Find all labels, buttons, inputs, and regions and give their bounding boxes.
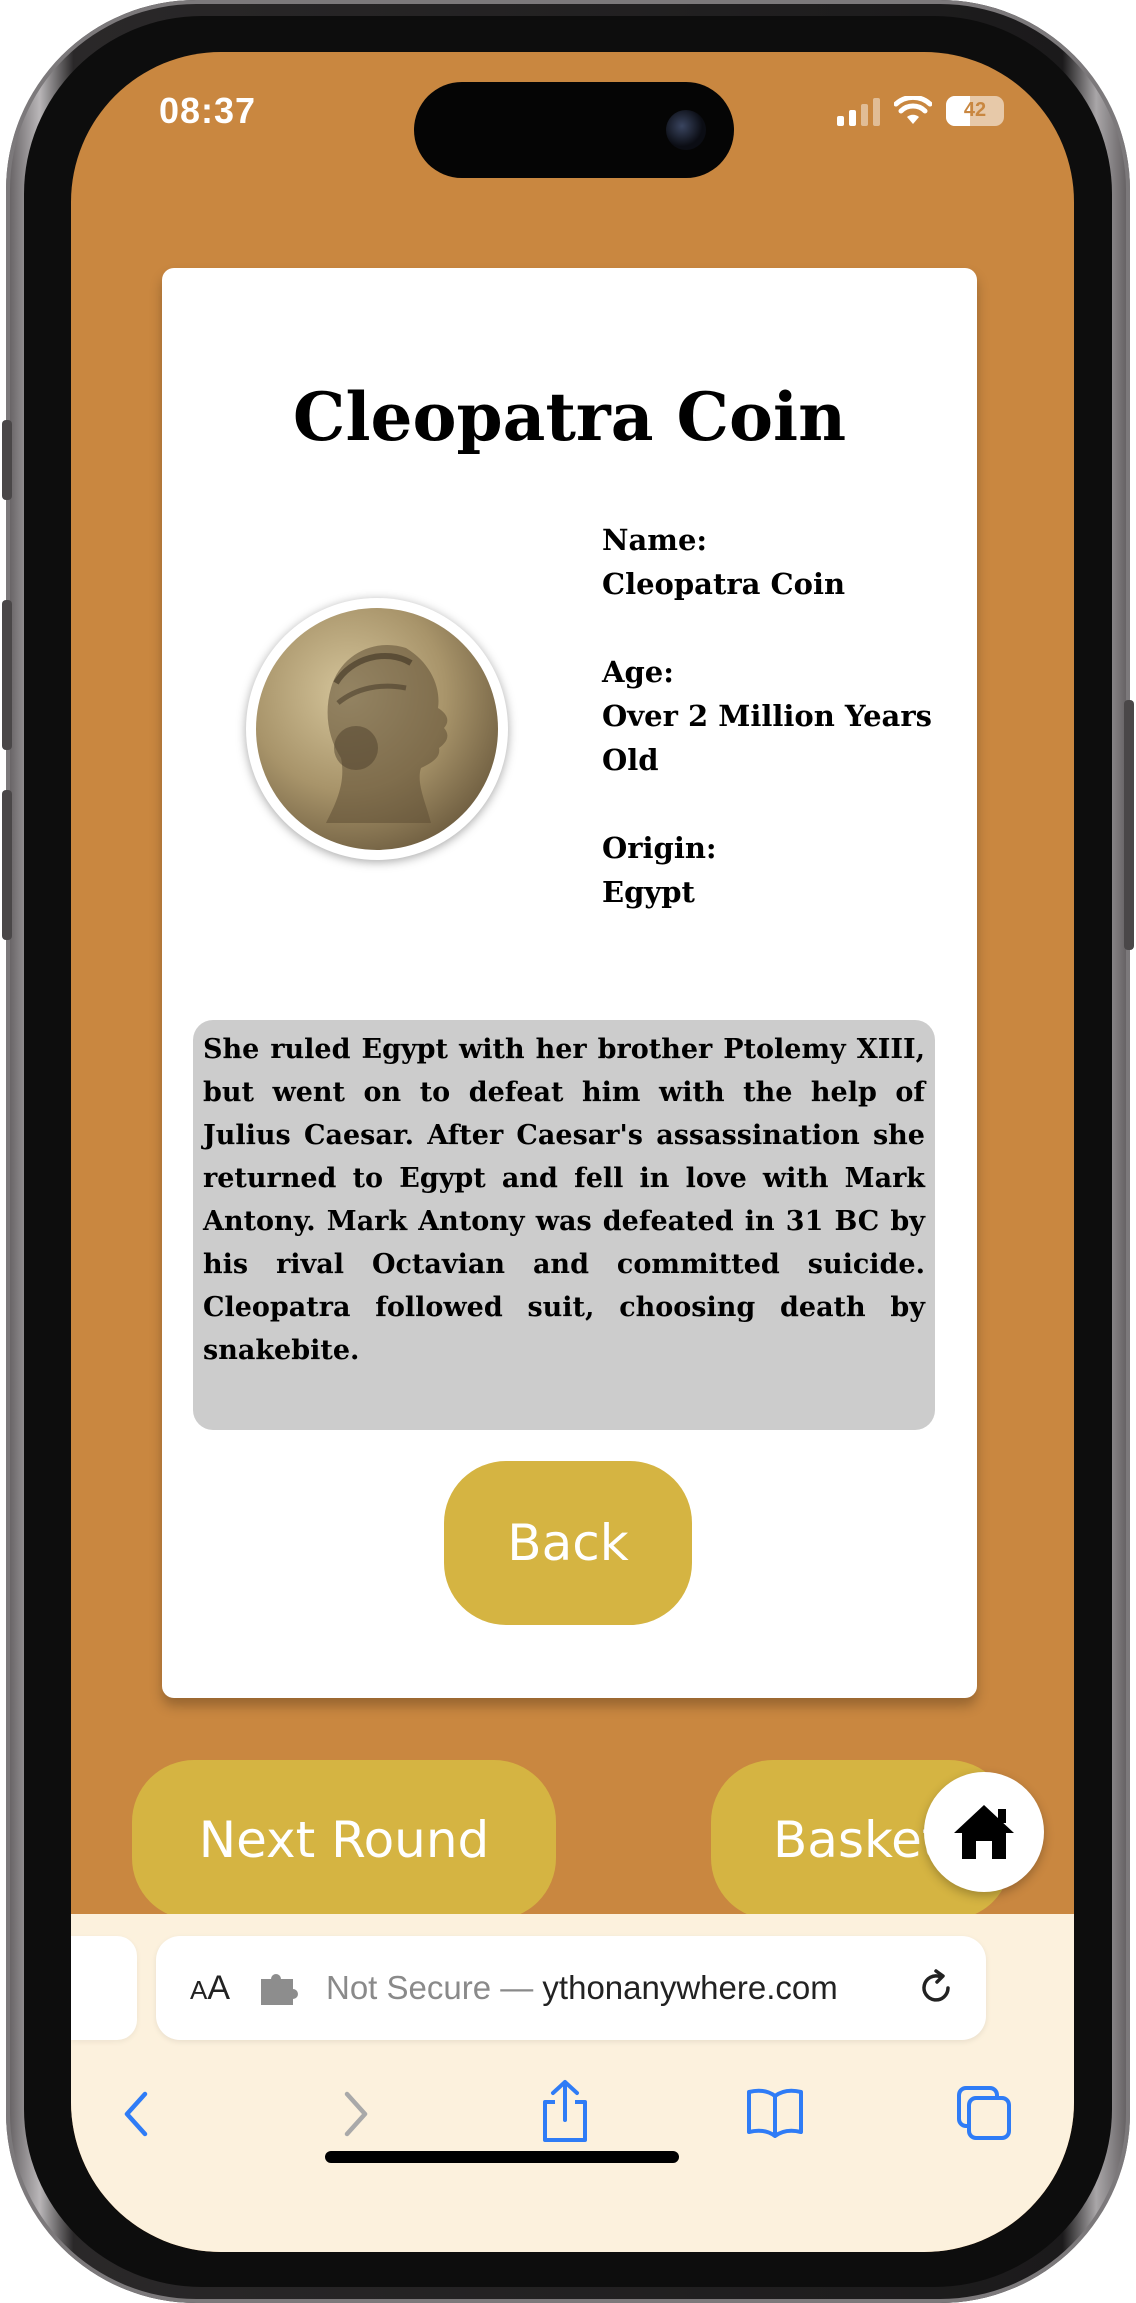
signal-icon xyxy=(837,96,880,126)
coin-info: Name: Cleopatra Coin Age: Over 2 Million… xyxy=(602,518,962,958)
wifi-icon xyxy=(894,96,932,124)
battery-icon: 42 xyxy=(946,96,1004,126)
front-camera xyxy=(666,110,706,150)
page-title: Cleopatra Coin xyxy=(292,378,847,456)
forward-icon[interactable] xyxy=(335,2084,375,2144)
home-indicator[interactable] xyxy=(325,2151,679,2163)
description-box: She ruled Egypt with her brother Ptolemy… xyxy=(193,1020,935,1430)
reader-settings-button[interactable]: AA xyxy=(190,1969,230,2008)
description-text: She ruled Egypt with her brother Ptolemy… xyxy=(203,1034,925,1366)
back-icon[interactable] xyxy=(117,2084,157,2144)
url-text[interactable]: Not Secure — ythonanywhere.com xyxy=(326,1969,838,2007)
origin-value: Egypt xyxy=(602,875,695,909)
coin-card: Cleopatra Coin Name: Cleopatra Coin Age:… xyxy=(162,268,977,1698)
age-value: Over 2 Million Years Old xyxy=(602,699,932,777)
back-button[interactable]: Back xyxy=(444,1461,692,1625)
phone-frame: 08:37 42 Cleopatra Coin Name: Cleopatra … xyxy=(2,0,1134,2303)
coin-portrait-icon xyxy=(326,644,448,823)
share-icon[interactable] xyxy=(537,2078,593,2144)
status-time: 08:37 xyxy=(159,90,257,131)
screen: 08:37 42 Cleopatra Coin Name: Cleopatra … xyxy=(71,52,1074,2252)
dynamic-island xyxy=(414,82,734,178)
reload-icon[interactable] xyxy=(914,1966,958,2010)
coin-image xyxy=(246,598,508,860)
volume-up-button xyxy=(2,600,12,750)
name-label: Name: xyxy=(602,523,708,557)
battery-level: 42 xyxy=(963,99,987,121)
home-button[interactable] xyxy=(924,1772,1044,1892)
volume-down-button xyxy=(2,790,12,940)
previous-tab-preview[interactable] xyxy=(71,1936,137,2040)
home-icon xyxy=(954,1805,1014,1859)
bookmarks-icon[interactable] xyxy=(745,2084,805,2140)
address-bar[interactable]: AA Not Secure — ythonanywhere.com xyxy=(156,1936,986,2040)
name-value: Cleopatra Coin xyxy=(602,567,846,601)
next-round-button[interactable]: Next Round xyxy=(132,1760,556,1920)
safari-chrome: AA Not Secure — ythonanywhere.com xyxy=(71,1914,1074,2252)
origin-label: Origin: xyxy=(602,831,717,865)
power-button xyxy=(1124,700,1134,950)
tabs-icon[interactable] xyxy=(955,2084,1013,2142)
age-label: Age: xyxy=(602,655,674,689)
status-icons: 42 xyxy=(837,96,1004,126)
action-button xyxy=(2,420,12,500)
extension-icon[interactable] xyxy=(259,1971,299,2007)
